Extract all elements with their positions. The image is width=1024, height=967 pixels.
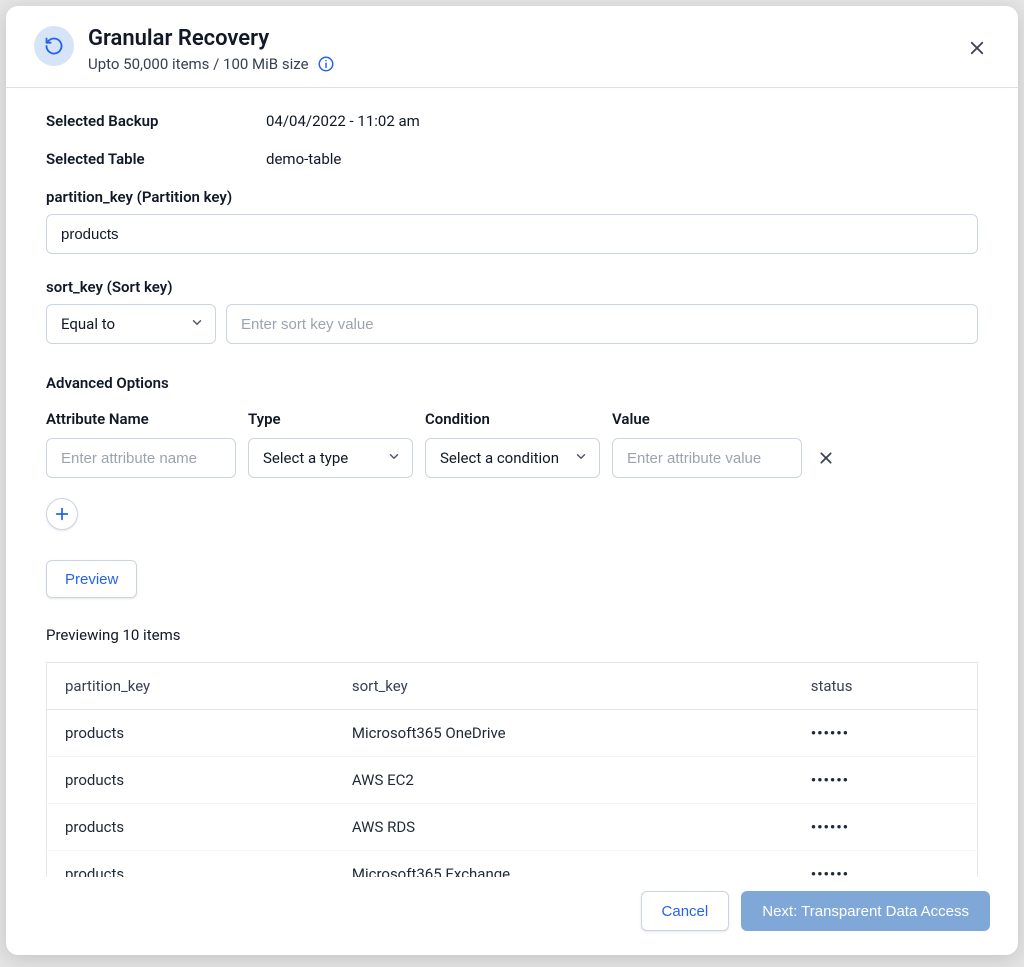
value-label: Value bbox=[612, 410, 802, 428]
type-select[interactable]: Select a type bbox=[248, 438, 413, 478]
preview-count-label: Previewing 10 items bbox=[46, 626, 978, 644]
table-row[interactable]: productsAWS RDS•••••• bbox=[47, 804, 978, 851]
col-sort-key: sort_key bbox=[334, 663, 793, 710]
selected-backup-value: 04/04/2022 - 11:02 am bbox=[266, 112, 420, 130]
modal-header: Granular Recovery Upto 50,000 items / 10… bbox=[6, 6, 1018, 88]
sort-key-group: sort_key (Sort key) Equal to bbox=[46, 278, 978, 344]
type-label: Type bbox=[248, 410, 413, 428]
close-icon[interactable] bbox=[964, 33, 990, 67]
selected-table-label: Selected Table bbox=[46, 150, 266, 168]
type-select-value: Select a type bbox=[263, 449, 348, 467]
selected-backup-label: Selected Backup bbox=[46, 112, 266, 130]
cell-status: •••••• bbox=[793, 710, 978, 757]
cell-sort-key: AWS RDS bbox=[334, 804, 793, 851]
table-row[interactable]: productsAWS EC2•••••• bbox=[47, 757, 978, 804]
partition-key-group: partition_key (Partition key) bbox=[46, 188, 978, 254]
cell-status: •••••• bbox=[793, 851, 978, 878]
info-icon[interactable] bbox=[317, 55, 335, 73]
preview-button[interactable]: Preview bbox=[46, 560, 137, 598]
preview-table: partition_key sort_key status productsMi… bbox=[46, 662, 978, 877]
sort-key-input[interactable] bbox=[226, 304, 978, 344]
modal-body: Selected Backup 04/04/2022 - 11:02 am Se… bbox=[6, 88, 1018, 877]
header-text: Granular Recovery Upto 50,000 items / 10… bbox=[88, 26, 335, 73]
sort-key-label: sort_key (Sort key) bbox=[46, 278, 978, 296]
attr-name-label: Attribute Name bbox=[46, 410, 236, 428]
cell-partition-key: products bbox=[47, 851, 334, 878]
cancel-button[interactable]: Cancel bbox=[641, 891, 730, 931]
col-partition-key: partition_key bbox=[47, 663, 334, 710]
cell-sort-key: Microsoft365 Exchange bbox=[334, 851, 793, 878]
recovery-modal: Granular Recovery Upto 50,000 items / 10… bbox=[6, 6, 1018, 955]
cell-partition-key: products bbox=[47, 710, 334, 757]
cell-status: •••••• bbox=[793, 804, 978, 851]
recovery-icon bbox=[34, 26, 74, 66]
next-button[interactable]: Next: Transparent Data Access bbox=[741, 891, 990, 931]
table-row[interactable]: productsMicrosoft365 OneDrive•••••• bbox=[47, 710, 978, 757]
table-row[interactable]: productsMicrosoft365 Exchange•••••• bbox=[47, 851, 978, 878]
selected-backup-row: Selected Backup 04/04/2022 - 11:02 am bbox=[46, 112, 978, 130]
modal-subtitle: Upto 50,000 items / 100 MiB size bbox=[88, 55, 309, 73]
cell-partition-key: products bbox=[47, 757, 334, 804]
sort-operator-select[interactable]: Equal to bbox=[46, 304, 216, 344]
advanced-filter-row: Attribute Name Type Select a type Condit… bbox=[46, 410, 978, 478]
col-status: status bbox=[793, 663, 978, 710]
condition-label: Condition bbox=[425, 410, 600, 428]
condition-select[interactable]: Select a condition bbox=[425, 438, 600, 478]
condition-select-value: Select a condition bbox=[440, 449, 559, 467]
partition-key-label: partition_key (Partition key) bbox=[46, 188, 978, 206]
add-filter-button[interactable] bbox=[46, 498, 78, 530]
advanced-options-title: Advanced Options bbox=[46, 374, 978, 392]
attr-value-input[interactable] bbox=[612, 438, 802, 478]
cell-status: •••••• bbox=[793, 757, 978, 804]
selected-table-row: Selected Table demo-table bbox=[46, 150, 978, 168]
cell-sort-key: Microsoft365 OneDrive bbox=[334, 710, 793, 757]
cell-partition-key: products bbox=[47, 804, 334, 851]
modal-title: Granular Recovery bbox=[88, 26, 335, 51]
cell-sort-key: AWS EC2 bbox=[334, 757, 793, 804]
attr-name-input[interactable] bbox=[46, 438, 236, 478]
partition-key-input[interactable] bbox=[46, 214, 978, 254]
modal-footer: Cancel Next: Transparent Data Access bbox=[6, 877, 1018, 955]
sort-operator-value: Equal to bbox=[61, 315, 115, 333]
remove-filter-icon[interactable] bbox=[814, 438, 838, 478]
selected-table-value: demo-table bbox=[266, 150, 341, 168]
